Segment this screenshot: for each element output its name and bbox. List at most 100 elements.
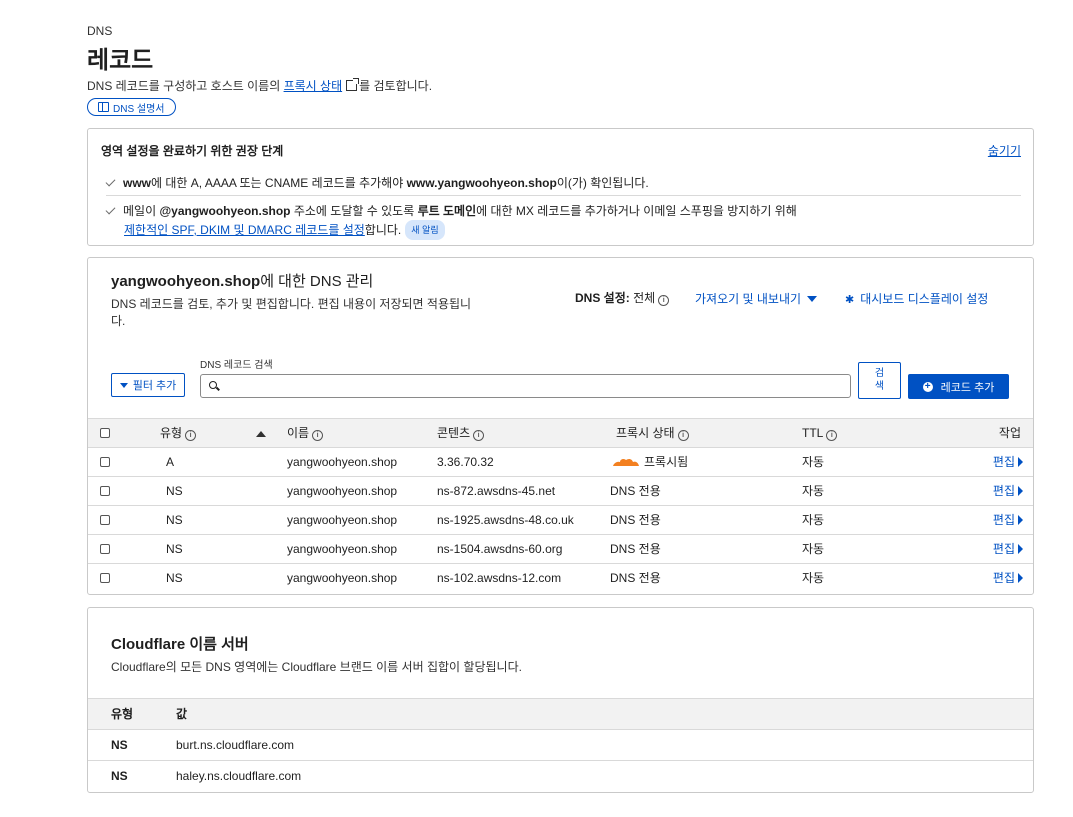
caret-down-icon	[807, 296, 818, 302]
table-row: NS haley.ns.cloudflare.com	[88, 760, 1033, 791]
edit-link[interactable]: 편집	[993, 506, 1023, 534]
rec2-text3: 에 대한 MX 레코드를 추가하거나 이메일 스푸핑을 방지하기 위해	[476, 204, 797, 218]
search-icon	[209, 381, 217, 389]
search-button[interactable]: 검색	[858, 362, 901, 399]
recommendation-mail: 메일이 @yangwoohyeon.shop 주소에 도달할 수 있도록 루트 …	[105, 202, 797, 240]
rec1-bold-domain: www.yangwoohyeon.shop	[406, 176, 557, 190]
rec2-text4: 합니다.	[364, 223, 402, 237]
search-button-line2: 색	[874, 381, 885, 392]
check-icon	[105, 176, 116, 187]
row-checkbox[interactable]	[100, 515, 110, 525]
record-content: ns-102.awsdns-12.com	[437, 571, 562, 585]
record-ttl: 자동	[802, 484, 825, 498]
info-icon: i	[312, 430, 324, 441]
rec2-bold-root: 루트 도메인	[417, 204, 477, 218]
col-content[interactable]: 콘텐츠 i	[437, 419, 485, 448]
col-ttl-label: TTL	[802, 426, 824, 440]
dns-setting-value: 전체	[633, 291, 656, 305]
table-row[interactable]: NS yangwoohyeon.shop ns-872.awsdns-45.ne…	[88, 477, 1033, 506]
record-ttl: 자동	[802, 513, 825, 527]
search-label: DNS 레코드 검색	[200, 360, 273, 371]
record-type: NS	[166, 571, 183, 585]
row-checkbox[interactable]	[100, 544, 110, 554]
edit-label: 편집	[992, 484, 1015, 498]
new-badge: 새 알림	[405, 220, 445, 240]
page-desc-after: 를 검토합니다.	[359, 79, 433, 93]
chevron-right-icon	[1018, 544, 1023, 554]
table-row[interactable]: NS yangwoohyeon.shop ns-102.awsdns-12.co…	[88, 564, 1033, 593]
edit-link[interactable]: 편집	[993, 535, 1023, 563]
rec2-bold-address: @yangwoohyeon.shop	[159, 204, 291, 218]
search-input[interactable]	[200, 374, 851, 398]
import-export-dropdown[interactable]: 가져오기 및 내보내기	[695, 290, 818, 307]
record-name: yangwoohyeon.shop	[287, 571, 398, 585]
edit-link[interactable]: 편집	[993, 564, 1023, 592]
ns-col-value: 값	[176, 707, 188, 721]
rec2-text1: 메일이	[123, 204, 160, 218]
edit-link[interactable]: 편집	[993, 477, 1023, 505]
row-checkbox[interactable]	[100, 486, 110, 496]
hide-link[interactable]: 숨기기	[988, 142, 1021, 159]
check-icon	[105, 204, 116, 215]
page-title: 레코드	[87, 46, 154, 74]
edit-label: 편집	[992, 571, 1015, 585]
col-proxy-status[interactable]: 프록시 상태 i	[616, 419, 689, 448]
gear-icon: ✱	[845, 294, 855, 306]
spf-dkim-dmarc-link[interactable]: 제한적인 SPF, DKIM 및 DMARC 레코드를 설정	[124, 223, 365, 237]
proxy-status-link[interactable]: 프록시 상태	[284, 79, 343, 93]
recommended-steps-title: 영역 설정을 완료하기 위한 권장 단계	[101, 144, 284, 158]
add-record-button[interactable]: + 레코드 추가	[908, 374, 1009, 399]
dns-management-title: yangwoohyeon.shop에 대한 DNS 관리	[111, 270, 373, 291]
dns-setting: DNS 설정: 전체 i	[575, 289, 670, 306]
sort-ascending-icon[interactable]	[256, 431, 266, 437]
table-row[interactable]: A yangwoohyeon.shop 3.36.70.32 프록시됨 자동 편…	[88, 448, 1033, 477]
chevron-right-icon	[1018, 573, 1023, 583]
add-filter-button[interactable]: 필터 추가	[111, 373, 185, 397]
record-ttl: 자동	[802, 571, 825, 585]
table-row[interactable]: NS yangwoohyeon.shop ns-1925.awsdns-48.c…	[88, 506, 1033, 535]
external-link-icon	[346, 78, 360, 91]
dns-docs-button[interactable]: DNS 설명서	[87, 98, 176, 116]
record-name: yangwoohyeon.shop	[287, 455, 398, 469]
filter-icon	[119, 382, 128, 388]
col-name[interactable]: 이름 i	[287, 419, 324, 448]
record-proxy-status: DNS 전용	[610, 542, 661, 556]
filter-label: 필터 추가	[132, 380, 177, 392]
record-proxy-status: 프록시됨	[644, 455, 689, 469]
col-ttl[interactable]: TTL i	[802, 419, 838, 448]
row-checkbox[interactable]	[100, 457, 110, 467]
record-name: yangwoohyeon.shop	[287, 542, 398, 556]
page-description: DNS 레코드를 구성하고 호스트 이름의 프록시 상태 를 검토합니다.	[87, 77, 432, 94]
record-type: NS	[166, 484, 183, 498]
dns-management-description: DNS 레코드를 검토, 추가 및 편집합니다. 편집 내용이 저장되면 적용됩…	[111, 297, 472, 328]
edit-label: 편집	[992, 513, 1015, 527]
nameservers-table-header: 유형 값	[88, 698, 1033, 729]
rec1-text: 에 대한 A, AAAA 또는 CNAME 레코드를 추가해야	[151, 176, 407, 190]
zone-name: yangwoohyeon.shop	[111, 273, 261, 290]
record-proxy-status: DNS 전용	[610, 484, 661, 498]
dns-setting-label: DNS 설정:	[575, 291, 630, 305]
table-row[interactable]: NS yangwoohyeon.shop ns-1504.awsdns-60.o…	[88, 535, 1033, 564]
info-icon[interactable]: i	[658, 295, 670, 306]
recommended-steps-card: 영역 설정을 완료하기 위한 권장 단계 숨기기 www에 대한 A, AAAA…	[87, 128, 1034, 246]
info-icon: i	[826, 430, 838, 441]
edit-link[interactable]: 편집	[993, 448, 1023, 476]
plus-icon: +	[922, 381, 933, 392]
edit-label: 편집	[992, 455, 1015, 469]
dashboard-settings-label: 대시보드 디스플레이 설정	[860, 292, 989, 306]
page-desc-before: DNS 레코드를 구성하고 호스트 이름의	[87, 79, 284, 93]
record-content: ns-1504.awsdns-60.org	[437, 542, 563, 556]
select-all-checkbox[interactable]	[100, 428, 110, 438]
row-checkbox[interactable]	[100, 573, 110, 583]
edit-label: 편집	[992, 542, 1015, 556]
col-type[interactable]: 유형 i	[160, 419, 197, 448]
record-content: 3.36.70.32	[437, 455, 494, 469]
info-icon: i	[677, 430, 689, 441]
dns-management-card: yangwoohyeon.shop에 대한 DNS 관리 DNS 레코드를 검토…	[87, 257, 1034, 595]
rec1-bold-www: www	[123, 176, 152, 190]
record-ttl: 자동	[802, 542, 825, 556]
record-name: yangwoohyeon.shop	[287, 513, 398, 527]
dashboard-display-settings-button[interactable]: ✱ 대시보드 디스플레이 설정	[845, 290, 988, 307]
col-content-label: 콘텐츠	[437, 426, 471, 440]
record-content: ns-1925.awsdns-48.co.uk	[437, 513, 574, 527]
